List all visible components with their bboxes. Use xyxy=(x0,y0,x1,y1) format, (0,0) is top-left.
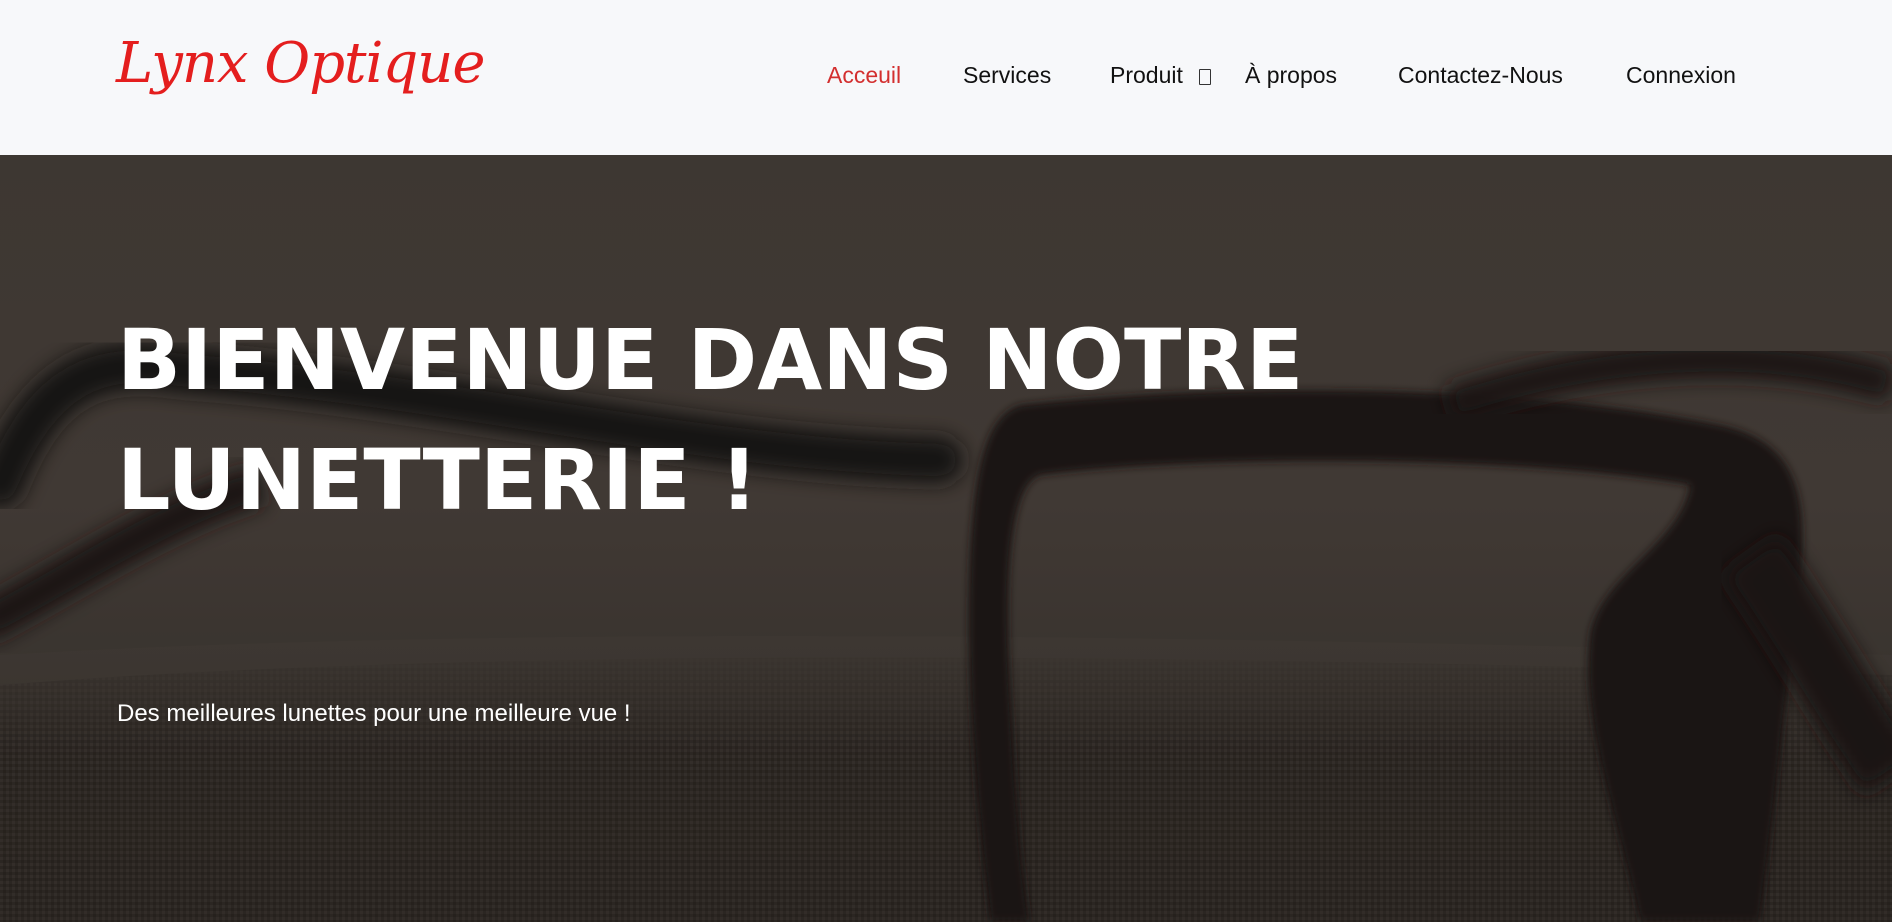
hero-subtitle: Des meilleures lunettes pour une meilleu… xyxy=(117,700,631,727)
navbar: Lynx Optique Acceuil Services Produit À … xyxy=(0,0,1892,155)
nav-item-contactez-nous[interactable]: Contactez-Nous xyxy=(1398,60,1563,90)
brand-logo[interactable]: Lynx Optique xyxy=(116,36,486,92)
nav-item-produit[interactable]: Produit xyxy=(1110,60,1183,90)
dropdown-icon[interactable] xyxy=(1199,69,1211,85)
nav-item-connexion[interactable]: Connexion xyxy=(1626,60,1736,90)
hero-title: BIENVENUE DANS NOTRE LUNETTERIE ! xyxy=(117,311,1304,529)
nav-item-a-propos[interactable]: À propos xyxy=(1245,60,1337,90)
nav-item-services[interactable]: Services xyxy=(963,60,1051,90)
nav-item-acceuil[interactable]: Acceuil xyxy=(827,60,901,90)
